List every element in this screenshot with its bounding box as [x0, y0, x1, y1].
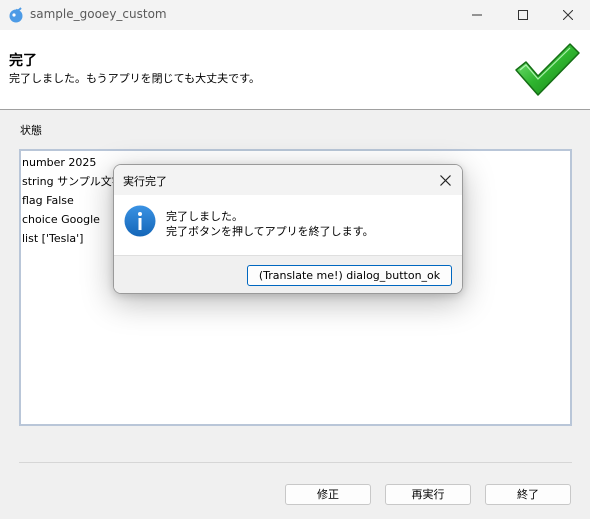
dialog-ok-button[interactable]: (Translate me!) dialog_button_ok — [247, 265, 452, 286]
dialog-footer: (Translate me!) dialog_button_ok — [114, 255, 462, 293]
dialog-close-button[interactable] — [432, 167, 458, 193]
minimize-icon — [472, 14, 482, 16]
minimize-button[interactable] — [454, 0, 500, 30]
header-subtitle: 完了しました。もうアプリを閉じても大丈夫です。 — [9, 72, 261, 85]
finish-button[interactable]: 終了 — [485, 484, 571, 505]
close-icon — [439, 174, 451, 186]
footer-divider — [19, 462, 572, 463]
dialog-title: 実行完了 — [123, 175, 167, 188]
edit-button[interactable]: 修正 — [285, 484, 371, 505]
window-title: sample_gooey_custom — [30, 7, 167, 21]
header-title: 完了 — [9, 53, 37, 69]
status-label: 状態 — [20, 124, 42, 137]
dialog-message-line: 完了ボタンを押してアプリを終了します。 — [166, 225, 374, 238]
app-icon — [9, 7, 23, 23]
info-icon — [124, 205, 156, 237]
close-button[interactable] — [546, 0, 590, 30]
title-bar[interactable]: sample_gooey_custom — [0, 0, 590, 30]
dialog-body: 完了しました。 完了ボタンを押してアプリを終了します。 — [114, 195, 462, 255]
rerun-button[interactable]: 再実行 — [385, 484, 471, 505]
close-icon — [563, 10, 573, 20]
dialog-title-bar[interactable]: 実行完了 — [114, 165, 462, 195]
completion-dialog: 実行完了 完了しました。 完了ボタンを押してアプリを終了します。 (Transl… — [113, 164, 463, 294]
dialog-message: 完了しました。 完了ボタンを押してアプリを終了します。 — [166, 209, 374, 239]
checkmark-icon — [515, 43, 580, 96]
dialog-message-line: 完了しました。 — [166, 210, 243, 223]
maximize-button[interactable] — [500, 0, 546, 30]
header-panel: 完了 完了しました。もうアプリを閉じても大丈夫です。 — [0, 30, 590, 110]
maximize-icon — [518, 10, 528, 20]
main-window: sample_gooey_custom 完了 完了しました。もうアプリを閉じても… — [0, 0, 590, 519]
